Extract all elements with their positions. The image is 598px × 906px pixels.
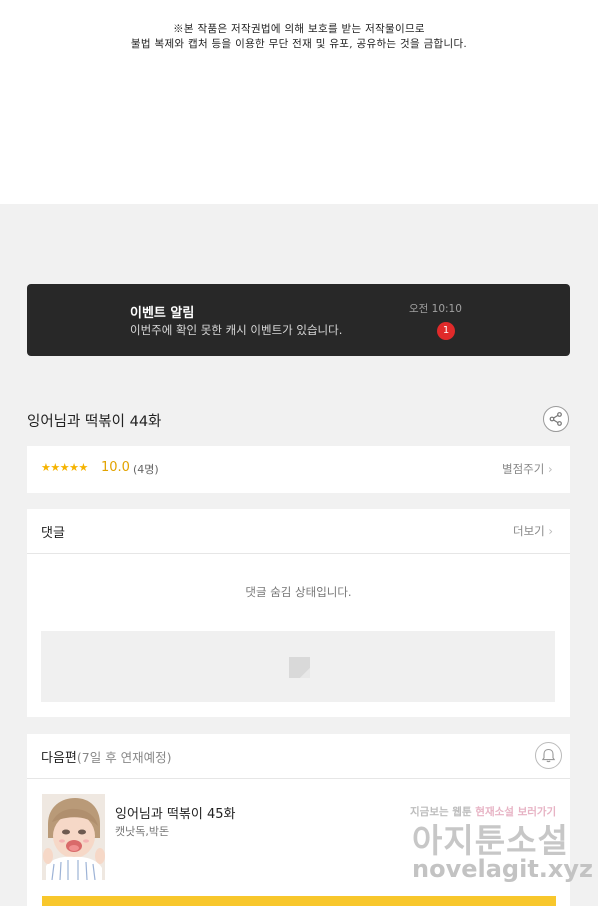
- next-schedule: (7일 후 연재예정): [76, 750, 172, 765]
- event-title: 이벤트 알림: [130, 306, 195, 321]
- ad-placeholder: [41, 631, 555, 702]
- rate-label: 별점주기: [502, 462, 545, 476]
- copyright-line-2: 불법 복제와 캡처 등을 이용한 무단 전재 및 유포, 공유하는 것을 금합니…: [130, 38, 468, 50]
- copyright-notice: ※본 작품은 저작권법에 의해 보호를 받는 저작물이므로 불법 복제와 캡처 …: [0, 22, 598, 52]
- rating-score: 10.0: [101, 460, 130, 475]
- event-notification[interactable]: 이벤트 알림 이번주에 확인 못한 캐시 이벤트가 있습니다. 오전 10:10…: [27, 284, 570, 356]
- next-label: 다음편: [41, 751, 77, 766]
- episode-end-area: ※본 작품은 저작권법에 의해 보호를 받는 저작물이므로 불법 복제와 캡처 …: [0, 0, 598, 204]
- placeholder-icon: [289, 657, 310, 678]
- next-episode-author: 캣낫독,박돈: [115, 825, 170, 838]
- rating-stars: ★★★★★: [41, 461, 88, 474]
- event-time: 오전 10:10: [409, 303, 462, 315]
- comments-card: 댓글 더보기 › 댓글 숨김 상태입니다.: [27, 509, 570, 717]
- chevron-right-icon: ›: [548, 524, 554, 538]
- comments-more-button[interactable]: 더보기 ›: [513, 523, 553, 539]
- episode-title: 잉어님과 떡볶이 44화: [27, 414, 162, 430]
- copyright-line-1: ※본 작품은 저작권법에 의해 보호를 받는 저작물이므로: [173, 23, 425, 35]
- share-button[interactable]: [543, 406, 569, 432]
- watermark: 지금보는 웹툰 현재소설 보러가기 아지툰소설 novelagit.xyz: [410, 804, 594, 890]
- event-message: 이번주에 확인 못한 캐시 이벤트가 있습니다.: [130, 323, 343, 337]
- next-episode-button[interactable]: [42, 896, 556, 906]
- watermark-line-3: novelagit.xyz: [412, 855, 594, 883]
- thumbnail-illustration: [42, 794, 105, 880]
- chevron-right-icon: ›: [547, 462, 553, 476]
- more-label: 더보기: [513, 524, 545, 538]
- event-badge: 1: [437, 322, 455, 340]
- rate-button[interactable]: 별점주기 ›: [502, 461, 553, 477]
- comments-label: 댓글: [41, 526, 65, 541]
- next-episode-label: 다음편(7일 후 연재예정): [41, 747, 172, 766]
- share-icon: [549, 412, 562, 426]
- bell-icon: [541, 748, 556, 763]
- next-episode-thumbnail[interactable]: [42, 794, 105, 880]
- rating-card: ★★★★★ 10.0 (4명) 별점주기 ›: [27, 446, 570, 493]
- rating-count: (4명): [133, 463, 159, 476]
- comments-header: 댓글 더보기 ›: [27, 509, 570, 554]
- next-episode-title[interactable]: 잉어님과 떡볶이 45화: [115, 803, 236, 822]
- notify-button[interactable]: [535, 742, 562, 769]
- next-episode-header: 다음편(7일 후 연재예정): [27, 734, 570, 779]
- comments-hidden-message: 댓글 숨김 상태입니다.: [245, 585, 352, 599]
